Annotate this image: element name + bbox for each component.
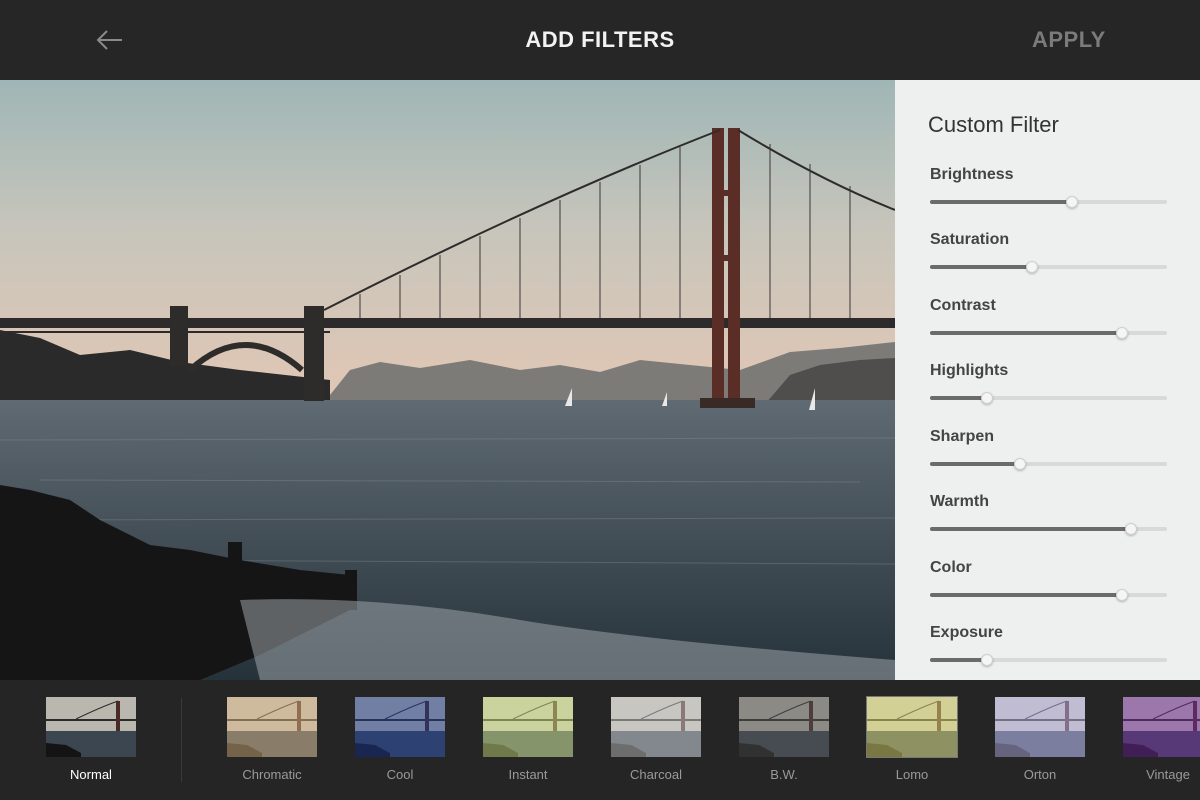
slider-thumb[interactable] — [980, 654, 993, 666]
slider-thumb[interactable] — [1125, 523, 1138, 535]
slider-exposure: Exposure — [930, 624, 1167, 674]
slider-thumb[interactable] — [1025, 261, 1038, 273]
filter-lomo[interactable]: Lomo — [866, 696, 958, 792]
filter-label: Lomo — [895, 767, 929, 782]
filter-charcoal[interactable]: Charcoal — [610, 696, 702, 792]
slider-track[interactable] — [930, 327, 1167, 339]
filter-thumbnail — [866, 696, 958, 758]
filter-label: Cool — [386, 767, 414, 782]
slider-track[interactable] — [930, 523, 1167, 535]
slider-highlights: Highlights — [930, 362, 1167, 412]
strip-divider — [181, 698, 182, 782]
slider-thumb[interactable] — [980, 392, 993, 404]
slider-track[interactable] — [930, 458, 1167, 470]
slider-track[interactable] — [930, 589, 1167, 601]
apply-button[interactable]: APPLY — [1032, 27, 1106, 53]
slider-label: Saturation — [930, 231, 1010, 248]
custom-filter-panel: Custom Filter Brightness Saturation Contra… — [895, 80, 1200, 680]
page-title: ADD FILTERS — [525, 27, 675, 52]
filter-strip: Normal Chromatic Cool Instant Charcoal B.W. Lo… — [0, 680, 1200, 800]
slider-fill — [930, 593, 1122, 597]
slider-saturation: Saturation — [930, 231, 1167, 281]
filter-thumbnail — [483, 697, 573, 757]
slider-warmth: Warmth — [930, 493, 1167, 543]
slider-track[interactable] — [930, 261, 1167, 273]
photo-preview — [0, 80, 895, 680]
slider-color: Color — [930, 559, 1167, 609]
slider-thumb[interactable] — [1066, 196, 1079, 208]
filter-label: Orton — [1023, 767, 1057, 782]
filter-thumbnail — [1123, 697, 1200, 757]
slider-fill — [930, 200, 1073, 204]
slider-fill — [930, 265, 1032, 269]
slider-track[interactable] — [930, 196, 1167, 208]
slider-fill — [930, 658, 987, 662]
slider-contrast: Contrast — [930, 297, 1167, 347]
slider-label: Color — [930, 559, 972, 576]
panel-title: Custom Filter — [928, 112, 1059, 137]
filter-label: Normal — [70, 767, 112, 782]
filter-thumbnail — [995, 697, 1085, 757]
filter-thumbnail — [46, 697, 136, 757]
slider-label: Brightness — [930, 166, 1014, 183]
filter-label: Charcoal — [629, 767, 683, 782]
slider-label: Warmth — [930, 493, 989, 510]
slider-fill — [930, 527, 1132, 531]
filter-thumbnail — [227, 697, 317, 757]
top-bar: ADD FILTERS APPLY — [0, 0, 1200, 80]
slider-thumb[interactable] — [1014, 458, 1027, 470]
filter-thumbnail — [611, 697, 701, 757]
slider-label: Exposure — [930, 624, 1003, 641]
filter-label: Vintage — [1146, 767, 1190, 782]
filter-instant[interactable]: Instant — [482, 696, 574, 792]
slider-fill — [930, 396, 987, 400]
filter-chromatic[interactable]: Chromatic — [226, 696, 318, 792]
slider-label: Highlights — [930, 362, 1009, 379]
filter-thumbnail — [355, 697, 445, 757]
filter-thumbnail — [739, 697, 829, 757]
slider-brightness: Brightness — [930, 166, 1167, 216]
slider-label: Sharpen — [930, 428, 995, 445]
slider-label: Contrast — [930, 297, 996, 314]
filter-bw[interactable]: B.W. — [738, 696, 830, 792]
slider-track[interactable] — [930, 654, 1167, 666]
slider-fill — [930, 331, 1122, 335]
filter-label: B.W. — [770, 767, 798, 782]
filter-cool[interactable]: Cool — [354, 696, 446, 792]
filter-label: Chromatic — [242, 767, 302, 782]
filter-normal[interactable]: Normal — [45, 696, 137, 792]
filter-label: Instant — [508, 767, 548, 782]
slider-sharpen: Sharpen — [930, 428, 1167, 478]
filter-vintage[interactable]: Vintage — [1122, 696, 1200, 792]
slider-track[interactable] — [930, 392, 1167, 404]
filter-orton[interactable]: Orton — [994, 696, 1086, 792]
slider-fill — [930, 462, 1021, 466]
slider-thumb[interactable] — [1115, 327, 1128, 339]
slider-thumb[interactable] — [1115, 589, 1128, 601]
